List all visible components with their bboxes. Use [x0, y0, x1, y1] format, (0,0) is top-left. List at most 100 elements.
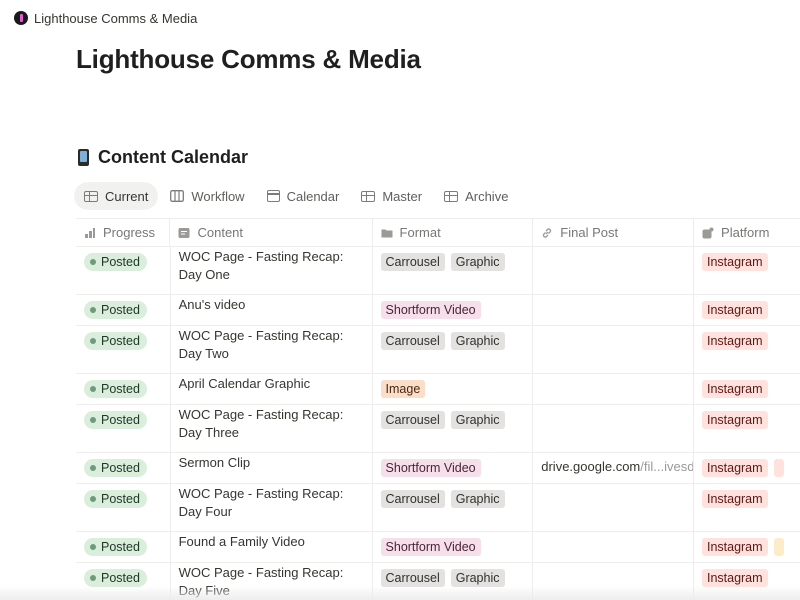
- content-cell[interactable]: Anu's video: [171, 295, 373, 325]
- content-cell[interactable]: WOC Page - Fasting Recap: Day Four: [171, 484, 373, 531]
- format-cell[interactable]: Carrousel Graphic: [373, 247, 534, 294]
- status-bars-icon: [84, 227, 96, 239]
- status-label: Posted: [101, 540, 140, 554]
- page-title: Lighthouse Comms & Media: [76, 44, 421, 74]
- final-post-cell[interactable]: [533, 484, 694, 531]
- format-tag: Graphic: [450, 332, 505, 350]
- tab-current[interactable]: Current: [74, 182, 159, 210]
- content-table: Progress Content Format Final Post Platf…: [76, 218, 800, 600]
- column-header-content[interactable]: Content: [170, 219, 373, 246]
- tab-workflow[interactable]: Workflow: [160, 182, 254, 210]
- final-post-link[interactable]: drive.google.com/fil...ivesdk: [541, 459, 693, 474]
- table-row[interactable]: Posted WOC Page - Fasting Recap: Day One…: [76, 247, 800, 295]
- content-cell[interactable]: April Calendar Graphic: [171, 374, 373, 404]
- platform-tag: Instagram: [701, 332, 768, 350]
- progress-cell[interactable]: Posted: [76, 326, 171, 373]
- format-tag: Graphic: [450, 569, 505, 587]
- table-row[interactable]: Posted WOC Page - Fasting Recap: Day Fou…: [76, 484, 800, 532]
- tab-master[interactable]: Master: [351, 182, 432, 210]
- platform-cell[interactable]: Instagram: [694, 295, 800, 325]
- column-header-label: Format: [399, 225, 441, 240]
- tab-label: Archive: [465, 188, 509, 204]
- table-row[interactable]: Posted Sermon Clip Shortform Video drive…: [76, 453, 800, 484]
- content-cell[interactable]: WOC Page - Fasting Recap: Day One: [171, 247, 373, 294]
- status-dot-icon: [90, 544, 96, 550]
- progress-cell[interactable]: Posted: [76, 295, 171, 325]
- final-post-cell[interactable]: [533, 532, 694, 562]
- table-icon: [84, 190, 98, 202]
- progress-cell[interactable]: Posted: [76, 247, 171, 294]
- status-badge: Posted: [84, 332, 147, 350]
- platform-cell[interactable]: Instagram: [694, 374, 800, 404]
- workspace-logo-icon[interactable]: [14, 11, 28, 25]
- status-dot-icon: [90, 417, 96, 423]
- platform-cell[interactable]: Instagram: [694, 405, 800, 452]
- status-dot-icon: [90, 465, 96, 471]
- platform-cell[interactable]: Instagram: [694, 453, 800, 483]
- format-cell[interactable]: Carrousel Graphic: [373, 484, 534, 531]
- content-cell[interactable]: Sermon Clip: [171, 453, 373, 483]
- format-tag: Graphic: [450, 253, 505, 271]
- format-cell[interactable]: Carrousel Graphic: [373, 405, 534, 452]
- tab-label: Calendar: [286, 188, 340, 204]
- platform-cell[interactable]: Instagram: [694, 532, 800, 562]
- progress-cell[interactable]: Posted: [76, 374, 171, 404]
- progress-cell[interactable]: Posted: [76, 453, 171, 483]
- format-tag: Carrousel: [380, 253, 445, 271]
- table-row[interactable]: Posted April Calendar Graphic Image Inst…: [76, 374, 800, 405]
- final-post-cell[interactable]: drive.google.com/fil...ivesdk: [533, 453, 694, 483]
- progress-cell[interactable]: Posted: [76, 484, 171, 531]
- status-badge: Posted: [84, 538, 147, 556]
- format-cell[interactable]: Shortform Video: [373, 453, 534, 483]
- table-row[interactable]: Posted Anu's video Shortform Video Insta…: [76, 295, 800, 326]
- tab-calendar[interactable]: Calendar: [257, 182, 350, 210]
- platform-tag: Instagram: [701, 538, 768, 556]
- tab-label: Current: [105, 188, 149, 204]
- column-header-label: Platform: [721, 225, 770, 240]
- platform-icon: [702, 227, 714, 239]
- progress-cell[interactable]: Posted: [76, 532, 171, 562]
- format-cell[interactable]: Shortform Video: [373, 295, 534, 325]
- final-post-cell[interactable]: [533, 405, 694, 452]
- progress-cell[interactable]: Posted: [76, 405, 171, 452]
- status-label: Posted: [101, 492, 140, 506]
- platform-cell[interactable]: Instagram: [694, 247, 800, 294]
- column-header-label: Final Post: [560, 225, 619, 240]
- tab-archive[interactable]: Archive: [434, 182, 518, 210]
- tab-label: Workflow: [191, 188, 245, 204]
- format-cell[interactable]: Shortform Video: [373, 532, 534, 562]
- table-row[interactable]: Posted WOC Page - Fasting Recap: Day Thr…: [76, 405, 800, 453]
- table-row[interactable]: Posted WOC Page - Fasting Recap: Day Two…: [76, 326, 800, 374]
- calendar-icon: [266, 190, 280, 202]
- database-title[interactable]: Content Calendar: [78, 147, 248, 168]
- column-header-format[interactable]: Format: [373, 219, 534, 246]
- column-header-final-post[interactable]: Final Post: [533, 219, 695, 246]
- status-label: Posted: [101, 255, 140, 269]
- table-row[interactable]: Posted Found a Family Video Shortform Vi…: [76, 532, 800, 563]
- final-post-cell[interactable]: [533, 247, 694, 294]
- status-label: Posted: [101, 334, 140, 348]
- status-badge: Posted: [84, 569, 147, 587]
- final-post-cell[interactable]: [533, 295, 694, 325]
- content-cell[interactable]: WOC Page - Fasting Recap: Day Two: [171, 326, 373, 373]
- content-cell[interactable]: Found a Family Video: [171, 532, 373, 562]
- content-cell[interactable]: WOC Page - Fasting Recap: Day Three: [171, 405, 373, 452]
- column-header-platform[interactable]: Platform: [694, 219, 800, 246]
- platform-tag: Instagram: [701, 380, 768, 398]
- status-badge: Posted: [84, 380, 147, 398]
- final-post-cell[interactable]: [533, 374, 694, 404]
- final-post-cell[interactable]: [533, 326, 694, 373]
- format-tag: Image: [380, 380, 426, 398]
- platform-tag-overflow: [773, 459, 784, 477]
- platform-cell[interactable]: Instagram: [694, 326, 800, 373]
- status-dot-icon: [90, 338, 96, 344]
- platform-tag: Instagram: [701, 459, 768, 477]
- format-cell[interactable]: Image: [373, 374, 534, 404]
- platform-cell[interactable]: Instagram: [694, 484, 800, 531]
- title-icon: [178, 227, 190, 239]
- view-tabs: Current Workflow Calendar Master Archive: [74, 182, 520, 210]
- format-tag: Carrousel: [380, 332, 445, 350]
- format-cell[interactable]: Carrousel Graphic: [373, 326, 534, 373]
- breadcrumb[interactable]: Lighthouse Comms & Media: [34, 11, 197, 26]
- column-header-progress[interactable]: Progress: [76, 219, 171, 246]
